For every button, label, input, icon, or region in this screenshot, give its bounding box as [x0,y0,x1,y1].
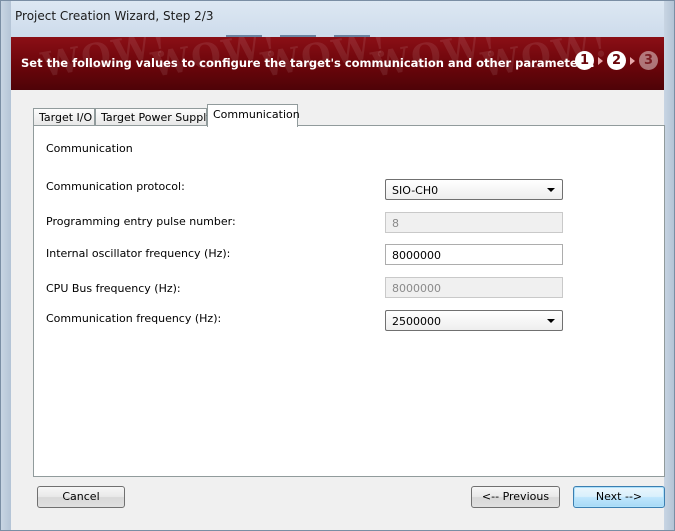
cpu-bus-frequency-field: 8000000 [385,277,563,298]
tab-communication[interactable]: Communication [207,104,300,127]
window-frame-left [1,1,11,530]
step-indicator: 1 2 3 [575,51,658,70]
wizard-content: Target I/O Target Power Supply Communica… [11,90,665,530]
communication-frequency-value: 2500000 [392,315,441,328]
step-arrow-icon [598,56,603,65]
communication-frequency-label: Communication frequency (Hz): [46,312,222,325]
window-title: Project Creation Wizard, Step 2/3 [15,9,214,23]
communication-protocol-value: SIO-CH0 [392,184,439,197]
section-label: Communication [46,142,133,155]
step-arrow-icon [630,56,635,65]
previous-button[interactable]: <-- Previous [471,486,560,508]
tab-target-io[interactable]: Target I/O [33,108,95,126]
chevron-down-icon [547,188,555,192]
step-2-badge: 2 [607,51,626,70]
programming-entry-pulse-label: Programming entry pulse number: [46,215,236,228]
window-frame-right [664,1,674,530]
cpu-bus-frequency-label: CPU Bus frequency (Hz): [46,282,181,295]
communication-panel: Communication Communication protocol: SI… [33,125,665,477]
communication-frequency-select[interactable]: 2500000 [385,310,563,331]
tab-target-power-supply[interactable]: Target Power Supply [95,108,213,126]
wizard-window: Project Creation Wizard, Step 2/3 WOW! W… [0,0,675,531]
programming-entry-pulse-field: 8 [385,212,563,233]
chevron-down-icon [547,319,555,323]
wizard-banner: WOW! WOW! WOW! WOW! WOW! Set the followi… [11,37,664,90]
communication-protocol-select[interactable]: SIO-CH0 [385,179,563,200]
cancel-button[interactable]: Cancel [37,486,125,508]
title-bar[interactable]: Project Creation Wizard, Step 2/3 [11,1,664,39]
step-3-badge: 3 [639,51,658,70]
communication-protocol-label: Communication protocol: [46,180,185,193]
internal-oscillator-label: Internal oscillator frequency (Hz): [46,247,231,260]
next-button[interactable]: Next --> [573,486,665,508]
internal-oscillator-field[interactable]: 8000000 [385,244,563,265]
banner-message: Set the following values to configure th… [21,56,595,70]
step-1-badge: 1 [575,51,594,70]
